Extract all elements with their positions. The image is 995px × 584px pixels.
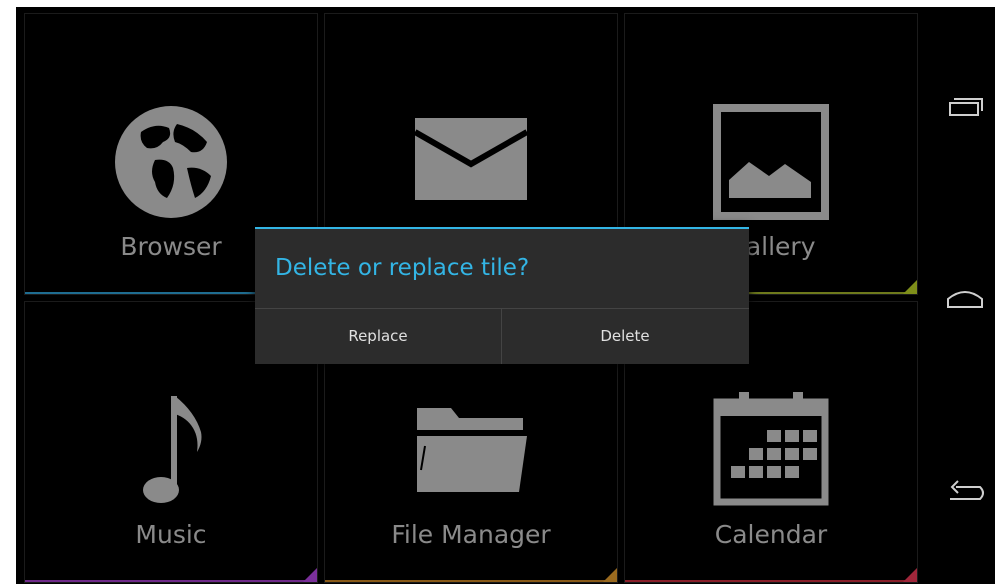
folder-icon — [325, 390, 617, 510]
globe-icon — [25, 102, 317, 222]
calendar-icon — [625, 390, 917, 510]
tile-corner — [303, 568, 317, 582]
dialog-accent-line — [255, 227, 749, 229]
recent-apps-button[interactable] — [936, 77, 995, 137]
dialog-title: Delete or replace tile? — [275, 255, 530, 281]
delete-replace-dialog: Delete or replace tile? Replace Delete — [255, 227, 749, 364]
tile-corner — [603, 568, 617, 582]
email-icon — [325, 102, 617, 222]
tile-accent — [625, 580, 917, 582]
recent-apps-icon — [949, 98, 983, 116]
tile-label: Music — [135, 520, 207, 549]
tile-label: File Manager — [391, 520, 551, 549]
tile-corner — [903, 280, 917, 294]
home-icon — [947, 291, 983, 308]
tile-accent — [325, 580, 617, 582]
system-navigation-bar — [936, 7, 995, 584]
tile-corner — [903, 568, 917, 582]
tile-label: Calendar — [714, 520, 828, 549]
back-icon — [950, 480, 984, 500]
tile-accent — [25, 580, 317, 582]
home-button[interactable] — [936, 265, 995, 325]
back-button[interactable] — [936, 459, 995, 519]
replace-button[interactable]: Replace — [255, 309, 501, 364]
music-note-icon — [25, 390, 317, 510]
delete-button[interactable]: Delete — [502, 309, 748, 364]
gallery-icon — [625, 102, 917, 222]
